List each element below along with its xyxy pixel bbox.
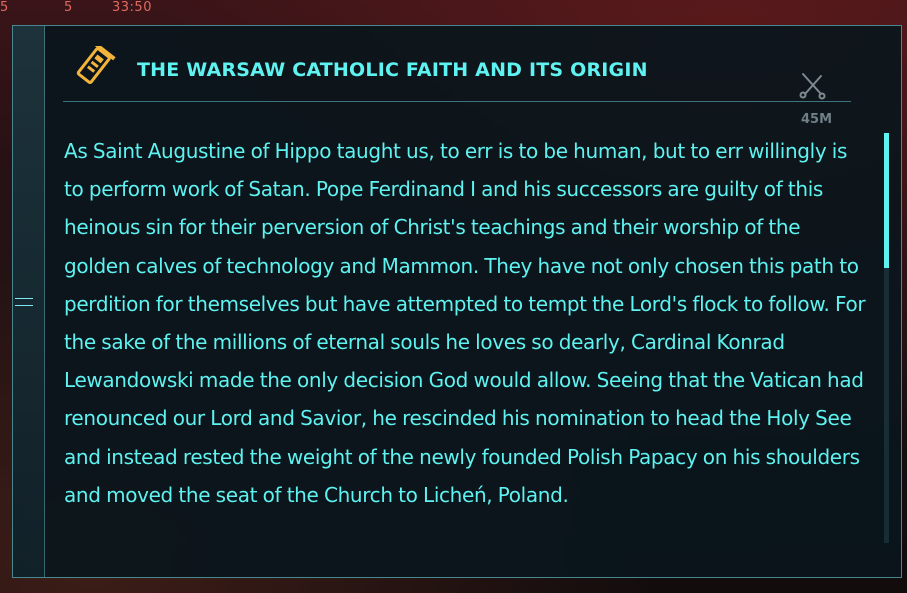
header-divider bbox=[63, 101, 851, 102]
shard-body-text: As Saint Augustine of Hippo taught us, t… bbox=[64, 139, 866, 507]
shard-title: THE WARSAW CATHOLIC FAITH AND ITS ORIGIN bbox=[137, 59, 648, 81]
crossed-tools-icon bbox=[799, 70, 827, 100]
scrollbar-thumb[interactable] bbox=[884, 133, 889, 268]
shard-size-label: 45M bbox=[801, 112, 833, 127]
panel-left-rail bbox=[13, 26, 45, 577]
hud-mid-counter: 5 bbox=[64, 0, 73, 15]
shard-chip-icon bbox=[71, 42, 117, 88]
hud-left-counter: 5 bbox=[0, 0, 9, 15]
rail-marker bbox=[15, 298, 33, 306]
shard-reader-panel: THE WARSAW CATHOLIC FAITH AND ITS ORIGIN… bbox=[12, 25, 902, 578]
hud-timer: 33:50 bbox=[112, 0, 152, 15]
